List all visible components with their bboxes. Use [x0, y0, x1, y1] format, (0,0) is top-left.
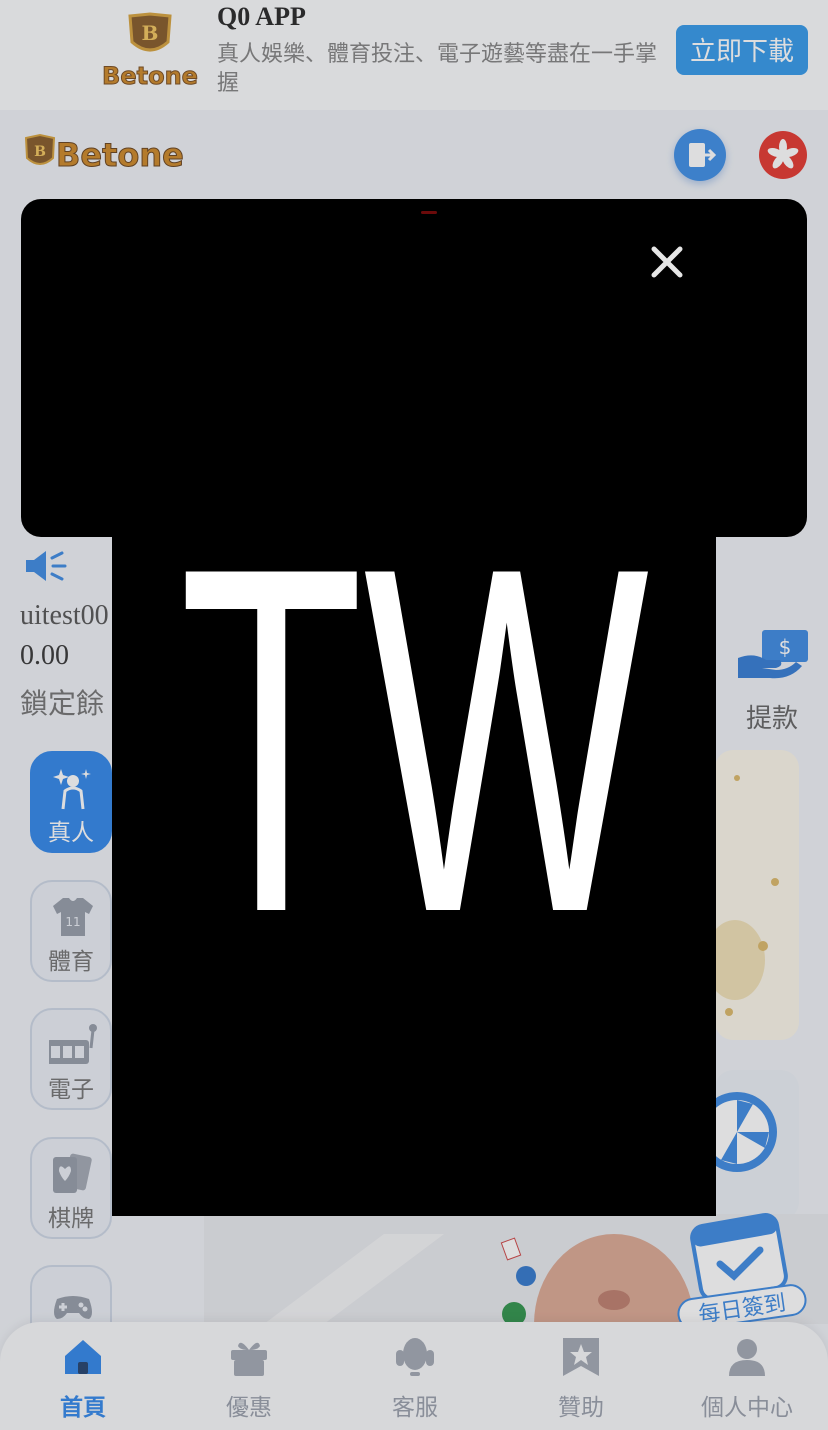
- popup-accent-mark: [421, 211, 437, 214]
- bottom-navigation: 首頁 優惠 客服 贊助 個人中心: [0, 1322, 828, 1430]
- username: uitest00: [20, 600, 109, 631]
- withdraw-label[interactable]: 提款: [746, 698, 798, 735]
- nav-label: 贊助: [558, 1395, 604, 1421]
- slot-machine-icon: [49, 1024, 97, 1064]
- sponsor-icon: [563, 1338, 599, 1376]
- nav-label: 首頁: [60, 1395, 106, 1421]
- category-slots[interactable]: 電子: [30, 1008, 112, 1110]
- home-icon: [65, 1340, 101, 1374]
- betone-header-logo[interactable]: B Betone: [22, 132, 197, 177]
- announcement-speaker-icon[interactable]: [24, 548, 68, 584]
- nav-label: 客服: [392, 1395, 438, 1421]
- category-label: 體育: [48, 949, 94, 975]
- site-header: B Betone: [0, 110, 828, 200]
- balance-value: 0.00: [20, 640, 69, 671]
- app-download-banner: B Betone Q0 APP 真人娛樂、體育投注、電子遊藝等盡在一手掌握 立即…: [0, 0, 828, 110]
- nav-label: 個人中心: [701, 1395, 793, 1421]
- nav-profile[interactable]: 個人中心: [664, 1322, 828, 1430]
- cards-icon: [53, 1153, 92, 1193]
- game-card[interactable]: [705, 750, 799, 1040]
- category-label: 真人: [48, 820, 94, 846]
- close-icon[interactable]: [646, 241, 688, 283]
- jersey-icon: 11: [53, 898, 93, 936]
- coins-decoration: [705, 775, 779, 1016]
- svg-text:Betone: Betone: [56, 136, 184, 174]
- category-label: 棋牌: [48, 1206, 94, 1232]
- category-live[interactable]: 真人: [30, 751, 112, 853]
- popup-header-panel: [21, 199, 807, 537]
- live-dealer-icon: [53, 769, 91, 810]
- banner-app-description: 真人娛樂、體育投注、電子遊藝等盡在一手掌握: [217, 42, 658, 96]
- category-label: 電子: [48, 1077, 94, 1103]
- language-selector[interactable]: [759, 131, 807, 179]
- withdraw-icon[interactable]: $: [736, 626, 810, 682]
- popup-image-art: TW: [179, 536, 652, 1015]
- prize-wheel-icon: [697, 1092, 777, 1172]
- wheel-promo-card[interactable]: [697, 1070, 799, 1220]
- banner-app-title: Q0 APP: [217, 2, 306, 31]
- svg-text:$: $: [779, 635, 792, 659]
- gamepad-icon: [54, 1296, 92, 1319]
- category-cards[interactable]: 棋牌: [30, 1137, 112, 1239]
- download-now-button[interactable]: 立即下載: [676, 25, 808, 75]
- popup-image-text: TW: [179, 536, 652, 1015]
- gift-icon: [231, 1342, 267, 1376]
- svg-text:B: B: [142, 21, 159, 45]
- nav-support[interactable]: 客服: [332, 1322, 498, 1430]
- nav-sponsor[interactable]: 贊助: [498, 1322, 664, 1430]
- svg-text:11: 11: [65, 915, 80, 929]
- user-icon: [729, 1339, 765, 1376]
- nav-promotions[interactable]: 優惠: [166, 1322, 332, 1430]
- headset-icon: [396, 1338, 434, 1376]
- svg-text:Betone: Betone: [102, 62, 198, 90]
- category-sports[interactable]: 11 體育: [30, 880, 112, 982]
- popup-image[interactable]: TW: [112, 536, 716, 1216]
- svg-text:B: B: [34, 144, 46, 160]
- daily-checkin-icon[interactable]: 每日簽到: [676, 1206, 808, 1322]
- betone-logo: B Betone: [102, 12, 198, 91]
- logout-button[interactable]: [674, 129, 726, 181]
- hong-kong-flag-icon: [767, 139, 799, 169]
- nav-home[interactable]: 首頁: [0, 1322, 166, 1430]
- nav-label: 優惠: [226, 1395, 272, 1421]
- locked-balance-label: 鎖定餘: [20, 687, 105, 720]
- logout-icon: [689, 143, 717, 167]
